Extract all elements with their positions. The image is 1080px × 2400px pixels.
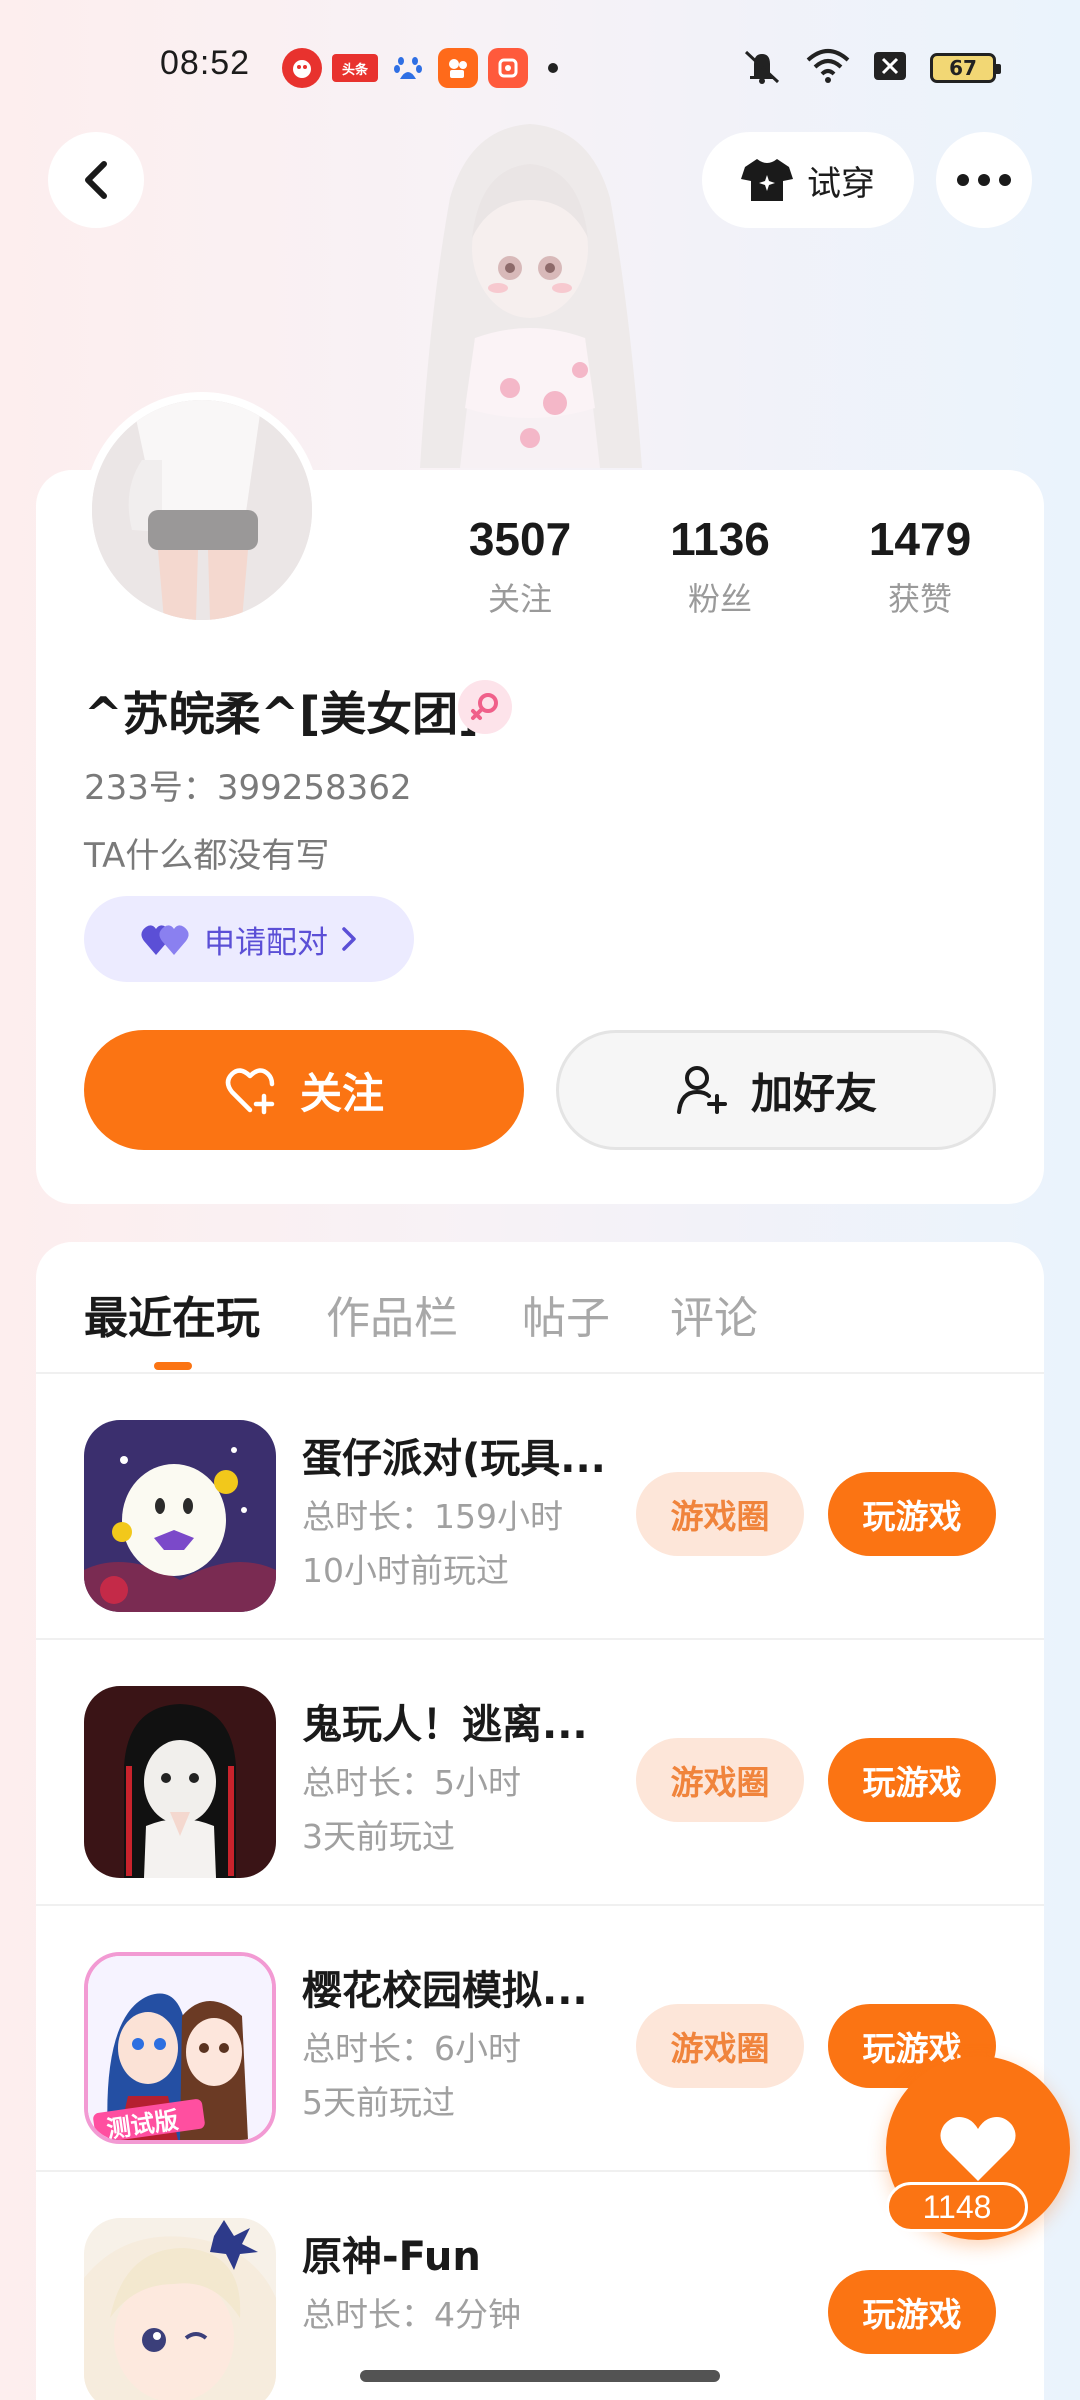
- pinduoduo-icon: [282, 48, 322, 88]
- game-row[interactable]: 蛋仔派对(玩具... 总时长：159小时 10小时前玩过 游戏圈 玩游戏: [36, 1374, 1044, 1640]
- game-icon-genshin: [84, 2218, 276, 2400]
- game-circle-button[interactable]: 游戏圈: [636, 1472, 804, 1556]
- more-icon: [957, 174, 1011, 186]
- tab-posts[interactable]: 帖子: [522, 1282, 610, 1346]
- tab-indicator: [154, 1362, 192, 1370]
- female-icon: [458, 680, 512, 734]
- game-row[interactable]: 鬼玩人！逃离... 总时长：5小时 3天前玩过 游戏圈 玩游戏: [36, 1640, 1044, 1906]
- chevron-right-icon: [342, 927, 356, 951]
- xigua-icon: [488, 48, 528, 88]
- game-last-played: 5天前玩过: [302, 2083, 455, 2122]
- stat-likes[interactable]: 1479 获赞: [820, 512, 1020, 620]
- stat-value: 1479: [868, 513, 972, 565]
- follow-label: 关注: [299, 1068, 384, 1118]
- tab-bar: 最近在玩 作品栏 帖子 评论: [36, 1242, 1044, 1374]
- chevron-left-icon: [85, 161, 107, 199]
- hearts-icon: [141, 925, 189, 955]
- game-circle-button[interactable]: 游戏圈: [636, 2004, 804, 2088]
- game-name: 原神-Fun: [302, 2234, 481, 2280]
- stat-value: 3507: [468, 513, 572, 565]
- try-on-label: 试穿: [807, 163, 875, 204]
- status-right: 67: [740, 46, 1001, 90]
- stat-value: 1136: [670, 513, 770, 565]
- game-icon-ghost: [84, 1686, 276, 1878]
- game-icon-sakura: 测试版: [84, 1952, 276, 2144]
- tab-comments[interactable]: 评论: [670, 1282, 758, 1346]
- games-card: 最近在玩 作品栏 帖子 评论 蛋仔派对(玩具... 总时长：159小时 10小时…: [36, 1242, 1044, 2400]
- avatar[interactable]: [84, 392, 320, 628]
- stat-label: 获赞: [887, 580, 952, 618]
- toutiao-icon: 头条: [332, 54, 378, 82]
- account-id: 233号：399258362: [84, 768, 412, 808]
- kuaishou-icon: [438, 48, 478, 88]
- dot-icon: [548, 63, 558, 73]
- pair-request-button[interactable]: 申请配对: [84, 896, 414, 982]
- pair-label: 申请配对: [204, 924, 328, 961]
- tab-recent[interactable]: 最近在玩: [84, 1282, 260, 1346]
- tab-works[interactable]: 作品栏: [326, 1282, 458, 1346]
- like-count: 1148: [886, 2182, 1028, 2232]
- play-game-button[interactable]: 玩游戏: [828, 2270, 996, 2354]
- game-last-played: 10小时前玩过: [302, 1551, 509, 1590]
- add-friend-label: 加好友: [750, 1068, 877, 1118]
- notification-icons: 头条: [282, 48, 558, 88]
- game-total-time: 总时长：6小时: [302, 2029, 521, 2068]
- game-name: 樱花校园模拟...: [302, 1968, 588, 2014]
- status-time: 08:52: [160, 44, 251, 82]
- game-total-time: 总时长：159小时: [302, 1497, 563, 1536]
- toutiao-label: 头条: [341, 62, 368, 78]
- stat-label: 粉丝: [687, 580, 752, 618]
- game-icon-eggy: [84, 1420, 276, 1612]
- stats: 3507 关注 1136 粉丝 1479 获赞: [420, 512, 1020, 620]
- add-user-icon: [676, 1066, 727, 1114]
- mute-icon: [740, 46, 784, 90]
- nickname: ^苏皖柔^[美女团]: [84, 687, 480, 741]
- wifi-icon: [806, 48, 850, 88]
- bio: TA什么都没有写: [84, 836, 330, 876]
- game-name: 鬼玩人！逃离...: [302, 1702, 588, 1748]
- home-indicator[interactable]: [360, 2370, 720, 2382]
- screen: 08:52 头条 67 试穿 3507 关注 1136 粉丝 1479 获赞 ^…: [0, 0, 1080, 2400]
- game-total-time: 总时长：4分钟: [302, 2295, 521, 2334]
- follow-button[interactable]: 关注: [84, 1030, 524, 1150]
- heart-plus-icon: [225, 1068, 275, 1115]
- stat-following[interactable]: 3507 关注: [420, 512, 620, 620]
- add-friend-button[interactable]: 加好友: [556, 1030, 996, 1150]
- heart-icon: [940, 2117, 1016, 2181]
- no-signal-icon: [872, 48, 908, 88]
- baidu-icon: [388, 48, 428, 88]
- tshirt-icon: [741, 159, 793, 201]
- game-circle-button[interactable]: 游戏圈: [636, 1738, 804, 1822]
- stat-label: 关注: [487, 580, 552, 618]
- game-last-played: 3天前玩过: [302, 1817, 455, 1856]
- play-game-button[interactable]: 玩游戏: [828, 1472, 996, 1556]
- play-game-button[interactable]: 玩游戏: [828, 1738, 996, 1822]
- avatar-figure: [420, 124, 642, 468]
- battery-icon: 67: [930, 53, 1001, 83]
- try-on-button[interactable]: 试穿: [702, 132, 914, 228]
- more-button[interactable]: [936, 132, 1032, 228]
- game-total-time: 总时长：5小时: [302, 1763, 521, 1802]
- stat-fans[interactable]: 1136 粉丝: [620, 512, 820, 620]
- game-name: 蛋仔派对(玩具...: [302, 1436, 606, 1482]
- back-button[interactable]: [48, 132, 144, 228]
